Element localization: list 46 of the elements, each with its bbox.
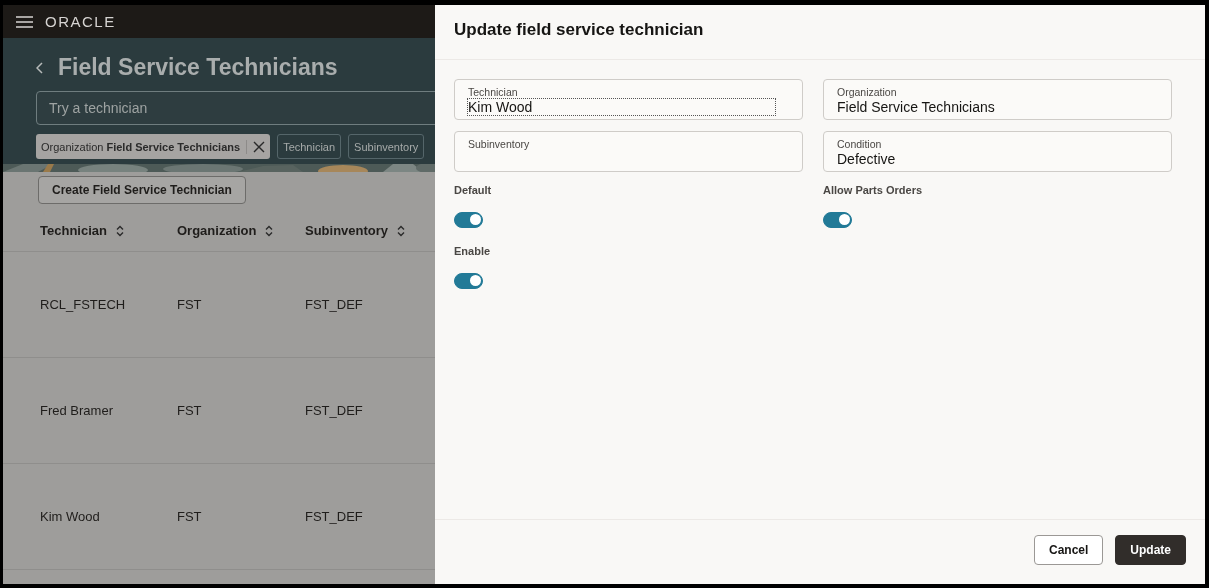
table-cell: FST_DEF — [305, 297, 363, 312]
page-title: Field Service Technicians — [58, 54, 338, 81]
text-field[interactable]: Technician Kim Wood — [454, 79, 803, 120]
field-label: Subinventory — [468, 138, 531, 150]
text-field[interactable]: Condition Defective — [823, 131, 1172, 172]
field-label: Organization — [837, 86, 898, 98]
sort-icon[interactable] — [264, 224, 275, 237]
table-cell: FST_DEF — [305, 509, 363, 524]
toggle-label: Default — [454, 184, 493, 196]
create-button[interactable]: Create Field Service Technician — [38, 176, 246, 204]
toggle-switch[interactable] — [454, 273, 483, 289]
column-header[interactable]: Technician — [40, 223, 125, 238]
field-value: Field Service Technicians — [837, 99, 995, 115]
close-icon[interactable] — [253, 140, 266, 153]
chip-text: Organization Field Service Technicians — [41, 140, 241, 153]
drawer-title: Update field service technician — [435, 5, 1205, 60]
search-field[interactable]: Try a technician — [36, 91, 435, 125]
update-button[interactable]: Update — [1115, 535, 1186, 565]
field-label: Technician — [468, 86, 519, 98]
filter-chip[interactable]: Organization Field Service Technicians — [36, 134, 271, 159]
text-field[interactable]: Organization Field Service Technicians — [823, 79, 1172, 120]
column-header[interactable]: Subinventory — [305, 223, 407, 238]
table-cell: FST — [177, 297, 202, 312]
sort-icon[interactable] — [114, 224, 125, 237]
column-header[interactable]: Organization — [177, 223, 275, 238]
logo: ORACLE — [45, 13, 116, 30]
toggle-label: Enable — [454, 245, 492, 257]
sort-icon[interactable] — [396, 224, 407, 237]
field-value: Kim Wood — [468, 99, 775, 115]
table-cell: Kim Wood — [40, 509, 100, 524]
filter-chip[interactable]: Technician — [277, 134, 342, 159]
text-field[interactable]: Subinventory — [454, 131, 803, 172]
menu-icon[interactable] — [16, 15, 33, 28]
toggle-switch[interactable] — [823, 212, 852, 228]
table-cell: Fred Bramer — [40, 403, 113, 418]
field-value: Defective — [837, 151, 896, 167]
filter-chip[interactable]: Subinventory — [348, 134, 425, 159]
toggle-label: Allow Parts Orders — [823, 184, 924, 196]
table-cell: FST_DEF — [305, 403, 363, 418]
table-cell: RCL_FSTECH — [40, 297, 126, 312]
table-cell: FST — [177, 509, 202, 524]
cancel-button[interactable]: Cancel — [1033, 535, 1104, 565]
back-icon[interactable] — [36, 61, 44, 74]
toggle-switch[interactable] — [454, 212, 483, 228]
table-cell: FST — [177, 403, 202, 418]
field-label: Condition — [837, 138, 883, 150]
